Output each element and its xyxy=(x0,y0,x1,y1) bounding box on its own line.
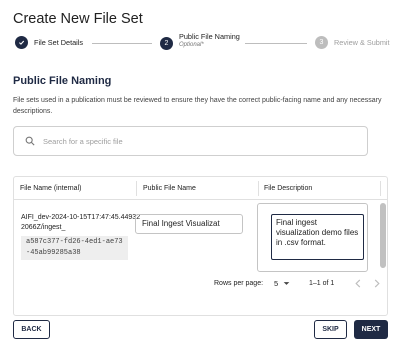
rows-per-page-select[interactable]: 5 xyxy=(274,279,290,288)
rows-per-page-label: Rows per page: xyxy=(214,280,264,287)
section-title: Public File Naming xyxy=(13,75,112,87)
pagination-range: 1–1 of 1 xyxy=(309,280,335,287)
back-button[interactable]: BACK xyxy=(13,320,50,339)
rows-per-page-value: 5 xyxy=(274,279,279,288)
step-connector xyxy=(245,43,307,44)
section-description: File sets used in a publication must be … xyxy=(13,97,382,115)
column-separator[interactable] xyxy=(380,181,381,196)
step-public-file-naming[interactable]: 2 Public File Naming Optional* xyxy=(160,32,240,50)
dropdown-arrow-icon xyxy=(283,282,290,285)
next-button[interactable]: NEXT xyxy=(354,320,388,339)
column-separator[interactable] xyxy=(136,181,137,196)
file-description-input[interactable]: Final ingest visualization demo files in… xyxy=(271,214,364,260)
header-public-file-name[interactable]: Public File Name xyxy=(143,177,196,200)
skip-button[interactable]: SKIP xyxy=(314,320,347,339)
dialog-title: Create New File Set xyxy=(13,11,143,27)
table-scrollbar[interactable] xyxy=(380,203,386,268)
step-file-set-details[interactable]: File Set Details xyxy=(15,36,83,49)
next-page-button[interactable] xyxy=(374,279,380,290)
step-label: Review & Submit xyxy=(334,38,390,47)
step-label: File Set Details xyxy=(34,38,84,47)
table-row: AIFI_dev-2024-10-15T17:47:45.449322066Z/… xyxy=(21,213,141,260)
search-input[interactable] xyxy=(43,136,343,146)
internal-file-name: AIFI_dev-2024-10-15T17:47:45.449322066Z/… xyxy=(21,214,141,231)
check-icon xyxy=(15,36,28,49)
search-icon xyxy=(25,136,35,146)
column-separator[interactable] xyxy=(258,181,259,196)
header-file-name-internal[interactable]: File Name (internal) xyxy=(20,177,81,200)
header-file-description[interactable]: File Description xyxy=(264,177,312,200)
step-connector xyxy=(92,43,152,44)
step-number: 3 xyxy=(315,36,328,49)
public-file-name-input[interactable]: Final Ingest Visualizat xyxy=(135,214,243,234)
file-uuid: a587c377-fd26-4ed1-ae73-45ab99285a38 xyxy=(21,236,128,260)
previous-page-button[interactable] xyxy=(355,279,361,290)
chevron-left-icon xyxy=(355,279,361,288)
step-number: 2 xyxy=(160,37,173,50)
chevron-right-icon xyxy=(374,279,380,288)
step-review-submit[interactable]: 3 Review & Submit xyxy=(315,36,390,49)
search-box[interactable] xyxy=(13,126,368,156)
step-sublabel: Optional* xyxy=(179,42,204,48)
table-header: File Name (internal) Public File Name Fi… xyxy=(14,177,387,200)
step-label: Public File Naming xyxy=(179,32,240,41)
